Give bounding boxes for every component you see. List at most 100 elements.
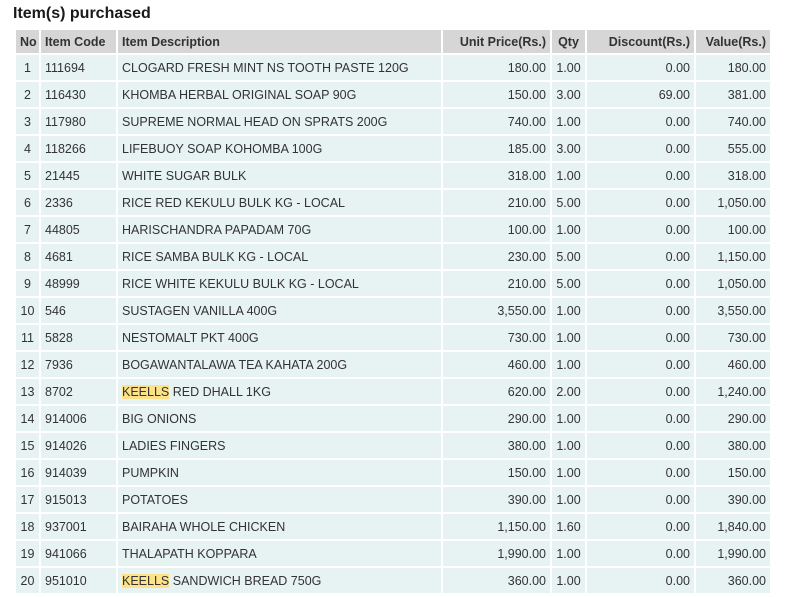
row-value: 180.00 (696, 55, 770, 80)
row-value: 740.00 (696, 109, 770, 134)
row-item-description: RICE RED KEKULU BULK KG - LOCAL (118, 190, 441, 215)
row-item-code: 111694 (41, 55, 116, 80)
row-discount: 0.00 (587, 541, 694, 566)
item-description-text: SUPREME NORMAL HEAD ON SPRATS 200G (122, 114, 388, 129)
row-value: 730.00 (696, 325, 770, 350)
row-item-description: HARISCHANDRA PAPADAM 70G (118, 217, 441, 242)
row-discount: 0.00 (587, 55, 694, 80)
row-no: 10 (16, 298, 39, 323)
table-row: 9 48999 RICE WHITE KEKULU BULK KG - LOCAL 2… (16, 271, 770, 296)
row-no: 6 (16, 190, 39, 215)
item-description-text: BAIRAHA WHOLE CHICKEN (122, 519, 286, 534)
col-header-value: Value(Rs.) (696, 30, 770, 53)
row-qty: 1.00 (552, 55, 585, 80)
row-item-code: 5828 (41, 325, 116, 350)
row-item-code: 546 (41, 298, 116, 323)
row-item-description: SUPREME NORMAL HEAD ON SPRATS 200G (118, 109, 441, 134)
col-header-item-code: Item Code (41, 30, 116, 53)
row-item-code: 941066 (41, 541, 116, 566)
row-item-description: LADIES FINGERS (118, 433, 441, 458)
table-row: 2 116430 KHOMBA HERBAL ORIGINAL SOAP 90G 15… (16, 82, 770, 107)
table-row: 12 7936 BOGAWANTALAWA TEA KAHATA 200G 460.0… (16, 352, 770, 377)
table-row: 7 44805 HARISCHANDRA PAPADAM 70G 100.00 1.00… (16, 217, 770, 242)
row-item-description: PUMPKIN (118, 460, 441, 485)
row-no: 19 (16, 541, 39, 566)
row-item-code: 118266 (41, 136, 116, 161)
row-unit-price: 230.00 (443, 244, 550, 269)
row-item-code: 937001 (41, 514, 116, 539)
row-unit-price: 730.00 (443, 325, 550, 350)
row-item-code: 4681 (41, 244, 116, 269)
row-item-code: 117980 (41, 109, 116, 134)
row-no: 5 (16, 163, 39, 188)
row-qty: 1.00 (552, 109, 585, 134)
row-qty: 2.00 (552, 379, 585, 404)
row-no: 1 (16, 55, 39, 80)
item-description-text: CLOGARD FRESH MINT NS TOOTH PASTE 120G (122, 60, 409, 75)
row-discount: 0.00 (587, 190, 694, 215)
item-description-text: BIG ONIONS (122, 411, 197, 426)
row-qty: 5.00 (552, 244, 585, 269)
row-discount: 0.00 (587, 136, 694, 161)
row-value: 360.00 (696, 568, 770, 593)
row-qty: 1.00 (552, 406, 585, 431)
row-discount: 0.00 (587, 433, 694, 458)
row-discount: 0.00 (587, 217, 694, 242)
row-discount: 0.00 (587, 406, 694, 431)
row-item-code: 2336 (41, 190, 116, 215)
item-description-text: HARISCHANDRA PAPADAM 70G (122, 222, 312, 237)
row-qty: 1.00 (552, 433, 585, 458)
row-unit-price: 210.00 (443, 271, 550, 296)
row-qty: 1.00 (552, 541, 585, 566)
table-row: 18 937001 BAIRAHA WHOLE CHICKEN 1,150.00 1.6… (16, 514, 770, 539)
row-value: 100.00 (696, 217, 770, 242)
item-description-text: RICE WHITE KEKULU BULK KG - LOCAL (122, 276, 359, 291)
table-row: 17 915013 POTATOES 390.00 1.00 0.00 390.00 (16, 487, 770, 512)
row-qty: 1.00 (552, 325, 585, 350)
item-description-text: WHITE SUGAR BULK (122, 168, 247, 183)
row-unit-price: 1,990.00 (443, 541, 550, 566)
row-unit-price: 180.00 (443, 55, 550, 80)
row-discount: 0.00 (587, 271, 694, 296)
row-unit-price: 1,150.00 (443, 514, 550, 539)
row-value: 1,240.00 (696, 379, 770, 404)
table-row: 4 118266 LIFEBUOY SOAP KOHOMBA 100G 185.00 3… (16, 136, 770, 161)
table-row: 10 546 SUSTAGEN VANILLA 400G 3,550.00 1.00 0.… (16, 298, 770, 323)
row-qty: 1.00 (552, 568, 585, 593)
row-item-code: 914006 (41, 406, 116, 431)
row-item-description: KEELLS RED DHALL 1KG (118, 379, 441, 404)
row-item-description: WHITE SUGAR BULK (118, 163, 441, 188)
col-header-item-description: Item Description (118, 30, 441, 53)
row-discount: 0.00 (587, 460, 694, 485)
row-item-code: 915013 (41, 487, 116, 512)
row-qty: 3.00 (552, 82, 585, 107)
row-item-code: 8702 (41, 379, 116, 404)
row-discount: 0.00 (587, 109, 694, 134)
row-no: 13 (16, 379, 39, 404)
row-value: 380.00 (696, 433, 770, 458)
col-header-discount: Discount(Rs.) (587, 30, 694, 53)
row-no: 4 (16, 136, 39, 161)
col-header-qty: Qty (552, 30, 585, 53)
search-highlight: KEELLS (122, 573, 170, 588)
item-description-text: NESTOMALT PKT 400G (122, 330, 259, 345)
item-description-text: SANDWICH BREAD 750G (169, 573, 322, 588)
row-item-description: SUSTAGEN VANILLA 400G (118, 298, 441, 323)
col-header-no: No (16, 30, 39, 53)
row-item-description: RICE SAMBA BULK KG - LOCAL (118, 244, 441, 269)
item-description-text: LADIES FINGERS (122, 438, 226, 453)
row-no: 11 (16, 325, 39, 350)
item-description-text: LIFEBUOY SOAP KOHOMBA 100G (122, 141, 323, 156)
row-discount: 0.00 (587, 325, 694, 350)
row-value: 1,050.00 (696, 190, 770, 215)
row-no: 9 (16, 271, 39, 296)
row-discount: 0.00 (587, 568, 694, 593)
row-no: 12 (16, 352, 39, 377)
row-discount: 0.00 (587, 352, 694, 377)
row-qty: 1.60 (552, 514, 585, 539)
row-unit-price: 620.00 (443, 379, 550, 404)
row-unit-price: 3,550.00 (443, 298, 550, 323)
row-item-code: 914039 (41, 460, 116, 485)
item-description-text: POTATOES (122, 492, 188, 507)
item-description-text: RICE RED KEKULU BULK KG - LOCAL (122, 195, 345, 210)
